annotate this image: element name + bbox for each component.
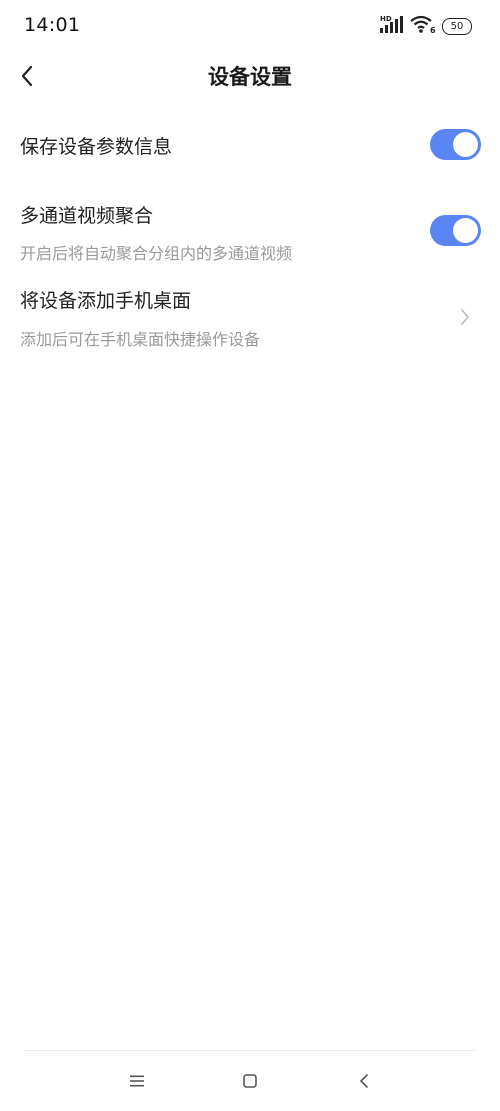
setting-title: 保存设备参数信息 (20, 136, 173, 158)
setting-subtitle: 开启后将自动聚合分组内的多通道视频 (20, 244, 293, 263)
signal-icon: HD (380, 14, 404, 38)
status-icons: HD 6 50 (380, 15, 472, 37)
battery-icon: 50 (442, 17, 472, 35)
home-nav-button[interactable] (236, 1067, 264, 1095)
setting-multichannel-aggregation: 多通道视频聚合 开启后将自动聚合分组内的多通道视频 (0, 190, 500, 270)
setting-add-to-home-screen[interactable]: 将设备添加手机桌面 添加后可在手机桌面快捷操作设备 (0, 276, 500, 356)
menu-icon (130, 1075, 144, 1087)
bottom-divider (24, 1050, 476, 1051)
setting-save-device-params: 保存设备参数信息 (0, 120, 500, 170)
setting-subtitle: 添加后可在手机桌面快捷操作设备 (20, 330, 261, 349)
page-title: 设备设置 (208, 65, 292, 89)
wifi-icon: 6 (410, 14, 436, 38)
home-icon (243, 1074, 257, 1088)
wifi-6-label: 6 (430, 26, 436, 34)
signal-hd-label: HD (380, 15, 392, 23)
chevron-right-icon (461, 309, 469, 325)
battery-level: 50 (450, 20, 464, 32)
menu-nav-button[interactable] (123, 1067, 151, 1095)
save-device-params-toggle[interactable] (430, 129, 481, 160)
back-icon (360, 1074, 368, 1088)
back-nav-button[interactable] (350, 1067, 378, 1095)
header: 设备设置 (0, 52, 500, 100)
toggle-knob (453, 132, 478, 157)
status-bar: 14:01 HD 6 50 (0, 0, 500, 52)
status-time: 14:01 (24, 14, 81, 36)
toggle-knob (453, 218, 478, 243)
setting-title: 多通道视频聚合 (20, 205, 154, 227)
setting-title: 将设备添加手机桌面 (20, 290, 192, 312)
multichannel-aggregation-toggle[interactable] (430, 215, 481, 246)
